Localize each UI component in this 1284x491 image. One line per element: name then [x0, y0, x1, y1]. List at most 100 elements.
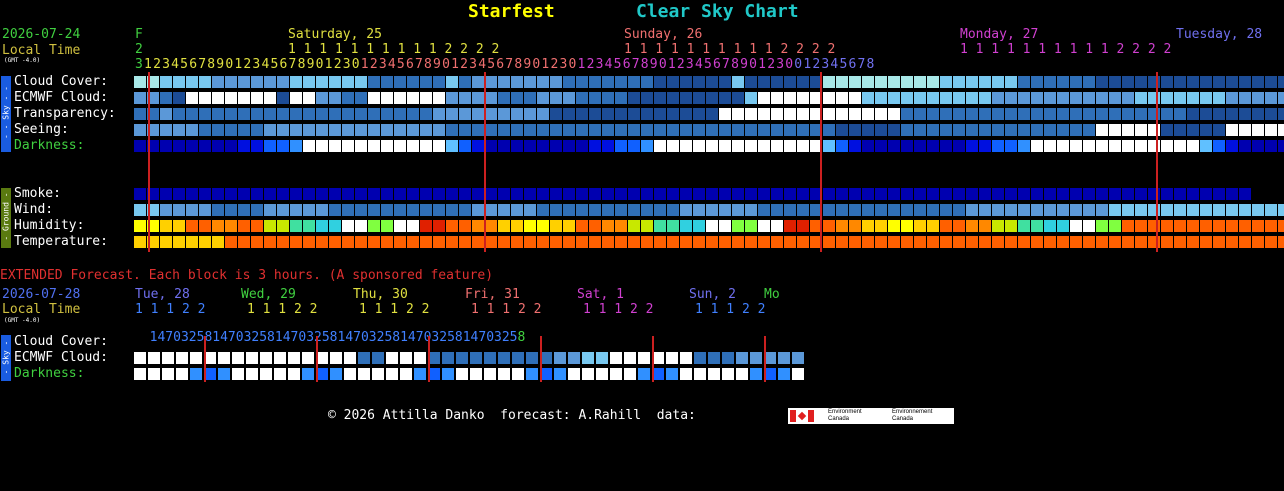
transparency-block[interactable]	[329, 108, 341, 120]
darkness-block[interactable]	[1044, 140, 1056, 152]
humidity-block[interactable]	[1018, 220, 1030, 232]
smoke-block[interactable]	[862, 188, 874, 200]
temperature-block[interactable]	[186, 236, 198, 248]
humidity-block[interactable]	[1213, 220, 1225, 232]
darkness-block[interactable]	[1135, 140, 1147, 152]
humidity-block[interactable]	[303, 220, 315, 232]
wind-block[interactable]	[875, 204, 887, 216]
darkness-block[interactable]	[1109, 140, 1121, 152]
transparency-block[interactable]	[485, 108, 497, 120]
extended-darkness-block[interactable]	[414, 368, 426, 380]
darkness-block[interactable]	[433, 140, 445, 152]
temperature-block[interactable]	[550, 236, 562, 248]
humidity-block[interactable]	[407, 220, 419, 232]
cloud-block[interactable]	[1096, 76, 1108, 88]
extended-ecmwf-block[interactable]	[554, 352, 566, 364]
ecmwf-block[interactable]	[472, 92, 484, 104]
humidity-block[interactable]	[784, 220, 796, 232]
temperature-block[interactable]	[407, 236, 419, 248]
extended-ecmwf-block[interactable]	[344, 352, 356, 364]
temperature-block[interactable]	[1200, 236, 1212, 248]
smoke-block[interactable]	[1005, 188, 1017, 200]
smoke-block[interactable]	[1083, 188, 1095, 200]
cloud-block[interactable]	[368, 76, 380, 88]
ecmwf-block[interactable]	[381, 92, 393, 104]
wind-block[interactable]	[966, 204, 978, 216]
smoke-block[interactable]	[771, 188, 783, 200]
cloud-block[interactable]	[485, 76, 497, 88]
extended-ecmwf-block[interactable]	[400, 352, 412, 364]
ecmwf-block[interactable]	[784, 92, 796, 104]
ecmwf-block[interactable]	[160, 92, 172, 104]
transparency-block[interactable]	[498, 108, 510, 120]
ecmwf-block[interactable]	[225, 92, 237, 104]
transparency-block[interactable]	[836, 108, 848, 120]
humidity-block[interactable]	[992, 220, 1004, 232]
temperature-block[interactable]	[433, 236, 445, 248]
seeing-block[interactable]	[472, 124, 484, 136]
humidity-block[interactable]	[485, 220, 497, 232]
temperature-block[interactable]	[173, 236, 185, 248]
wind-block[interactable]	[641, 204, 653, 216]
temperature-block[interactable]	[1096, 236, 1108, 248]
seeing-block[interactable]	[914, 124, 926, 136]
smoke-block[interactable]	[134, 188, 146, 200]
extended-darkness-block[interactable]	[190, 368, 202, 380]
transparency-block[interactable]	[420, 108, 432, 120]
temperature-block[interactable]	[888, 236, 900, 248]
wind-block[interactable]	[1278, 204, 1284, 216]
humidity-block[interactable]	[264, 220, 276, 232]
ecmwf-block[interactable]	[875, 92, 887, 104]
humidity-block[interactable]	[1057, 220, 1069, 232]
transparency-block[interactable]	[693, 108, 705, 120]
extended-ecmwf-block[interactable]	[624, 352, 636, 364]
temperature-block[interactable]	[1161, 236, 1173, 248]
humidity-block[interactable]	[342, 220, 354, 232]
ecmwf-block[interactable]	[420, 92, 432, 104]
extended-darkness-block[interactable]	[134, 368, 146, 380]
darkness-block[interactable]	[602, 140, 614, 152]
smoke-block[interactable]	[680, 188, 692, 200]
seeing-block[interactable]	[797, 124, 809, 136]
wind-block[interactable]	[199, 204, 211, 216]
wind-block[interactable]	[342, 204, 354, 216]
ecmwf-block[interactable]	[719, 92, 731, 104]
seeing-block[interactable]	[888, 124, 900, 136]
cloud-block[interactable]	[1161, 76, 1173, 88]
cloud-block[interactable]	[225, 76, 237, 88]
wind-block[interactable]	[693, 204, 705, 216]
seeing-block[interactable]	[485, 124, 497, 136]
wind-block[interactable]	[1018, 204, 1030, 216]
extended-darkness-block[interactable]	[358, 368, 370, 380]
smoke-block[interactable]	[576, 188, 588, 200]
smoke-block[interactable]	[1239, 188, 1251, 200]
wind-block[interactable]	[628, 204, 640, 216]
ecmwf-block[interactable]	[615, 92, 627, 104]
smoke-block[interactable]	[251, 188, 263, 200]
extended-darkness-block[interactable]	[344, 368, 356, 380]
humidity-block[interactable]	[628, 220, 640, 232]
extended-darkness-block[interactable]	[638, 368, 650, 380]
ecmwf-block[interactable]	[277, 92, 289, 104]
darkness-block[interactable]	[1278, 140, 1284, 152]
darkness-block[interactable]	[303, 140, 315, 152]
ecmwf-block[interactable]	[979, 92, 991, 104]
extended-darkness-block[interactable]	[218, 368, 230, 380]
humidity-block[interactable]	[953, 220, 965, 232]
smoke-block[interactable]	[745, 188, 757, 200]
transparency-block[interactable]	[459, 108, 471, 120]
darkness-block[interactable]	[901, 140, 913, 152]
smoke-block[interactable]	[420, 188, 432, 200]
ecmwf-block[interactable]	[628, 92, 640, 104]
darkness-block[interactable]	[550, 140, 562, 152]
ecmwf-block[interactable]	[407, 92, 419, 104]
extended-darkness-block[interactable]	[400, 368, 412, 380]
seeing-block[interactable]	[173, 124, 185, 136]
darkness-block[interactable]	[771, 140, 783, 152]
seeing-block[interactable]	[1044, 124, 1056, 136]
extended-darkness-block[interactable]	[554, 368, 566, 380]
ecmwf-block[interactable]	[901, 92, 913, 104]
temperature-block[interactable]	[368, 236, 380, 248]
ecmwf-block[interactable]	[992, 92, 1004, 104]
seeing-block[interactable]	[758, 124, 770, 136]
